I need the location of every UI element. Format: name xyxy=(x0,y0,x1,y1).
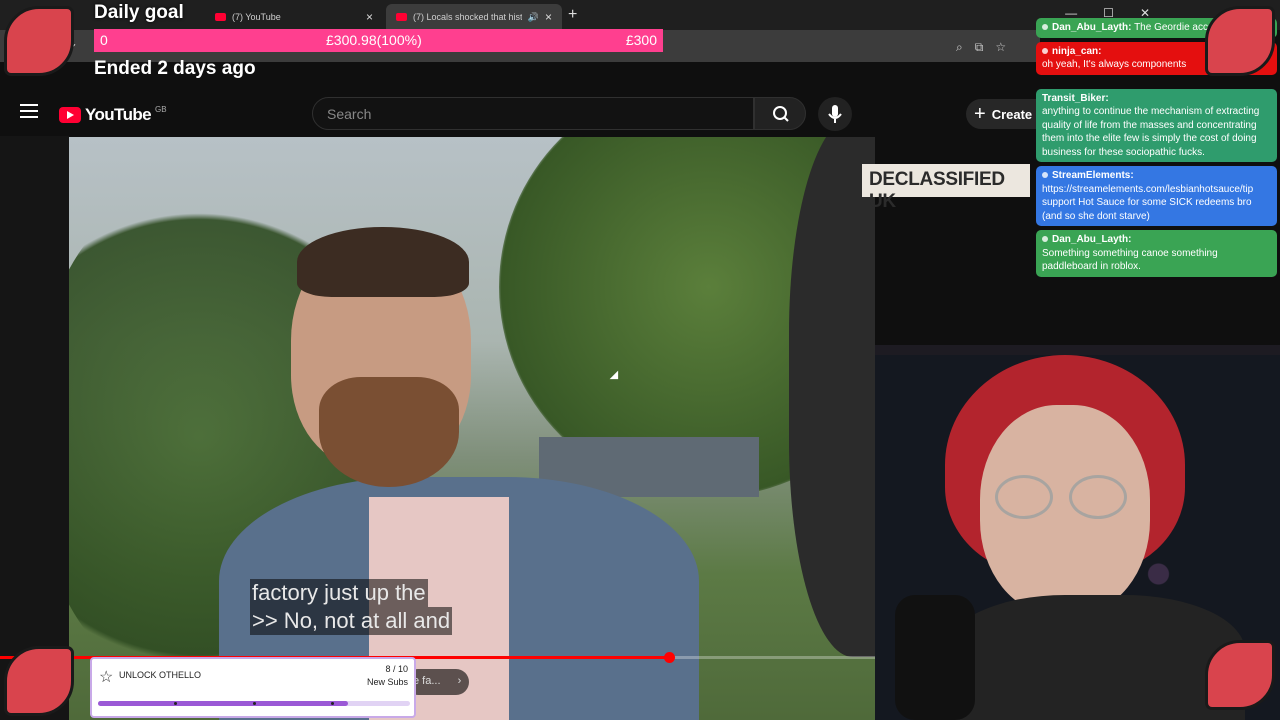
cast-icon[interactable]: ⧉ xyxy=(975,40,984,55)
star-icon: ☆ xyxy=(99,669,114,686)
video-player[interactable] xyxy=(69,137,875,720)
chat-text: Something something canoe something padd… xyxy=(1042,247,1218,273)
youtube-logo-text: YouTube xyxy=(85,105,152,124)
chat-username: StreamElements: xyxy=(1052,170,1134,181)
goal-progress-bar: 0 £300.98(100%) £300 xyxy=(94,29,663,52)
webcam-person xyxy=(945,595,1245,720)
chat-message: Dan_Abu_Layth: Something something canoe… xyxy=(1036,230,1277,277)
goal-start: 0 xyxy=(100,32,108,48)
search-input[interactable]: Search xyxy=(312,97,754,130)
speaker-icon[interactable]: 🔊 xyxy=(528,12,539,23)
create-label: Create xyxy=(991,106,1033,122)
goal-current: £300.98(100%) xyxy=(326,32,422,48)
microphone-icon xyxy=(828,105,842,123)
sub-goal-count-value: 8 / 10 xyxy=(385,664,408,674)
video-watermark: DECLASSIFIED UK xyxy=(862,164,1030,212)
chat-username: Dan_Abu_Layth: xyxy=(1052,22,1132,33)
close-icon[interactable]: × xyxy=(366,10,373,24)
chat-username: Dan_Abu_Layth: xyxy=(1052,234,1132,245)
voice-search-button[interactable] xyxy=(818,97,852,131)
chat-text: anything to continue the mechanism of ex… xyxy=(1042,106,1260,158)
chat-message: Transit_Biker: anything to continue the … xyxy=(1036,88,1277,162)
glasses xyxy=(1069,475,1127,519)
video-scene-person xyxy=(297,227,469,297)
chevron-right-icon: › xyxy=(457,675,462,687)
create-button[interactable]: + Create xyxy=(966,99,1040,129)
plus-icon: + xyxy=(974,103,986,125)
milestone-marker xyxy=(331,702,334,705)
video-scene-person xyxy=(789,137,875,657)
tab-youtube[interactable]: (7) YouTube × xyxy=(205,4,383,30)
close-icon[interactable]: × xyxy=(545,10,552,24)
claw-decoration-icon xyxy=(1205,640,1275,710)
badge-icon xyxy=(1042,236,1048,242)
sub-goal-widget: ☆ UNLOCK OTHELLO 8 / 10 New Subs xyxy=(90,657,416,718)
badge-icon xyxy=(1042,24,1048,30)
microphone xyxy=(895,595,975,720)
zoom-icon[interactable]: ⌕ xyxy=(956,40,963,55)
claw-decoration-icon xyxy=(4,6,74,76)
new-tab-button[interactable]: + xyxy=(568,6,577,24)
claw-decoration-icon xyxy=(4,646,74,716)
video-captions: factory just up the >> No, not at all an… xyxy=(250,579,453,635)
milestone-marker xyxy=(174,702,177,705)
menu-icon[interactable] xyxy=(20,104,38,118)
tab-video[interactable]: (7) Locals shocked that hist 🔊 × xyxy=(386,4,562,30)
chapter-label: e fa... xyxy=(413,675,441,687)
goal-title: Daily goal xyxy=(94,2,184,23)
chat-text: https://streamelements.com/lesbianhotsau… xyxy=(1042,183,1254,222)
sub-goal-progress-fill xyxy=(98,701,348,706)
search-icon xyxy=(773,106,789,122)
youtube-logo[interactable]: YouTube GB xyxy=(59,105,167,125)
sub-goal-label: UNLOCK OTHELLO xyxy=(119,670,202,680)
youtube-play-icon xyxy=(59,107,81,123)
screen: (7) YouTube × (7) Locals shocked that hi… xyxy=(0,0,1280,720)
search-button[interactable] xyxy=(754,97,806,130)
chat-message: StreamElements: https://streamelements.c… xyxy=(1036,166,1277,226)
caption-line: >> No, not at all and xyxy=(250,607,453,635)
badge-icon xyxy=(1042,172,1048,178)
chat-username: Transit_Biker: xyxy=(1042,92,1109,104)
chat-username: ninja_can: xyxy=(1052,45,1102,57)
tab-label: (7) Locals shocked that hist xyxy=(413,12,522,22)
goal-target: £300 xyxy=(625,32,657,48)
chat-text: oh yeah, It's always components xyxy=(1042,59,1187,70)
glasses xyxy=(995,475,1053,519)
youtube-favicon-icon xyxy=(396,13,407,21)
sub-goal-count: 8 / 10 New Subs xyxy=(367,663,408,689)
region-code: GB xyxy=(155,105,167,114)
bookmark-star-icon[interactable]: ☆ xyxy=(995,40,1006,55)
youtube-favicon-icon xyxy=(215,13,226,21)
sub-goal-unit: New Subs xyxy=(366,677,408,687)
tab-label: (7) YouTube xyxy=(232,12,281,22)
claw-decoration-icon xyxy=(1205,6,1275,76)
page-margin xyxy=(0,136,69,720)
caption-line: factory just up the xyxy=(250,579,428,607)
video-scene-person xyxy=(319,377,459,487)
badge-icon xyxy=(1042,47,1048,54)
milestone-marker xyxy=(253,702,256,705)
address-bar-actions: ⌕ ⧉ ☆ xyxy=(956,40,1006,55)
goal-status: Ended 2 days ago xyxy=(94,58,256,79)
